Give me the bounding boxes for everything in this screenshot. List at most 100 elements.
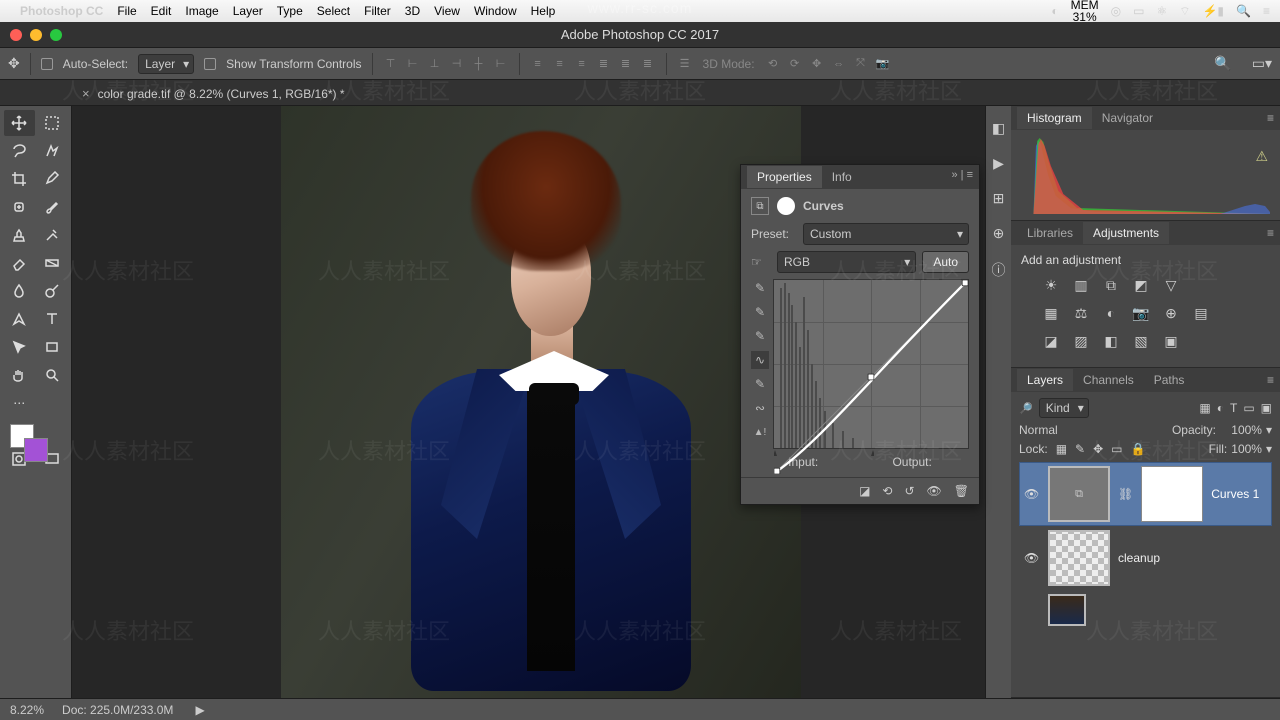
reset-icon[interactable]: ↺: [904, 484, 914, 498]
adj-curves-icon[interactable]: ⧉: [1101, 275, 1121, 295]
adj-invert-icon[interactable]: ◪: [1041, 331, 1061, 351]
adj-hue-icon[interactable]: ▦: [1041, 303, 1061, 323]
lock-pixels-icon[interactable]: ✎: [1075, 442, 1085, 456]
curves-chart[interactable]: [773, 279, 969, 449]
view-previous-icon[interactable]: 👁: [927, 484, 942, 498]
panel-menu-icon[interactable]: ≡: [1267, 373, 1274, 387]
hand-tool[interactable]: [4, 362, 35, 388]
tab-layers[interactable]: Layers: [1017, 369, 1073, 391]
lock-all-icon[interactable]: 🔒: [1131, 442, 1146, 456]
preset-dropdown[interactable]: Custom: [803, 223, 969, 245]
clone-stamp-tool[interactable]: [4, 222, 35, 248]
adj-posterize-icon[interactable]: ▨: [1071, 331, 1091, 351]
distribute-hcenter-icon[interactable]: ≣: [618, 56, 634, 72]
filter-type-icon[interactable]: T: [1230, 401, 1237, 415]
type-tool[interactable]: [37, 306, 68, 332]
delete-adjustment-icon[interactable]: 🗑: [954, 484, 969, 498]
zoom-level[interactable]: 8.22%: [10, 703, 44, 717]
spot-heal-tool[interactable]: [4, 194, 35, 220]
clip-to-layer-icon[interactable]: ◪: [859, 484, 870, 498]
layer-thumb[interactable]: ⧉: [1048, 466, 1110, 522]
doc-size[interactable]: Doc: 225.0M/233.0M: [62, 703, 173, 717]
layer-cleanup[interactable]: 👁 cleanup: [1019, 526, 1272, 590]
color-swatches[interactable]: [4, 422, 67, 462]
sample-black-icon[interactable]: ✎: [751, 327, 769, 345]
menu-edit[interactable]: Edit: [151, 4, 172, 18]
opacity-value[interactable]: 100%: [1220, 423, 1262, 437]
tab-properties[interactable]: Properties: [747, 166, 822, 188]
dock-icon-adjust[interactable]: ⊞: [993, 190, 1005, 207]
tab-channels[interactable]: Channels: [1073, 369, 1144, 391]
menu-image[interactable]: Image: [185, 4, 218, 18]
panel-collapse-icon[interactable]: » | ≡: [951, 169, 973, 181]
layer-mask-thumb[interactable]: [1141, 466, 1203, 522]
edit-points-icon[interactable]: ∿: [751, 351, 769, 369]
layer-visibility-icon[interactable]: 👁: [1024, 551, 1040, 565]
align-left-icon[interactable]: ⊣: [449, 56, 465, 72]
filter-pixel-icon[interactable]: ▦: [1199, 401, 1210, 415]
blur-tool[interactable]: [4, 278, 35, 304]
auto-align-icon[interactable]: ☰: [677, 56, 693, 72]
gradient-tool[interactable]: [37, 250, 68, 276]
dock-icon-info[interactable]: ⓘ: [992, 260, 1006, 280]
path-select-tool[interactable]: [4, 334, 35, 360]
align-top-icon[interactable]: ⊤: [383, 56, 399, 72]
fill-value[interactable]: 100%: [1231, 442, 1262, 456]
window-minimize-button[interactable]: [30, 29, 42, 41]
adj-bw-icon[interactable]: ◐: [1101, 303, 1121, 323]
eyedropper-tool[interactable]: [37, 166, 68, 192]
menu-window[interactable]: Window: [474, 4, 517, 18]
draw-curve-icon[interactable]: ✎: [751, 375, 769, 393]
distribute-left-icon[interactable]: ≣: [596, 56, 612, 72]
eraser-tool[interactable]: [4, 250, 35, 276]
search-icon[interactable]: 🔍: [1214, 55, 1231, 72]
histogram-warning-icon[interactable]: ⚠: [1255, 148, 1268, 165]
lock-position-icon[interactable]: ✥: [1093, 442, 1103, 456]
auto-select-target-dropdown[interactable]: Layer: [138, 54, 194, 74]
sample-white-icon[interactable]: ✎: [751, 279, 769, 297]
pen-tool[interactable]: [4, 306, 35, 332]
filter-search-icon[interactable]: 🔎: [1019, 402, 1033, 415]
edit-toolbar-icon[interactable]: ⋯: [4, 390, 35, 416]
lock-transparency-icon[interactable]: ▦: [1056, 442, 1067, 456]
layer-curves-1[interactable]: 👁 ⧉ ⛓ Curves 1: [1019, 462, 1272, 526]
menu-view[interactable]: View: [434, 4, 460, 18]
bluetooth-icon[interactable]: ⚛: [1156, 4, 1167, 18]
layer-background[interactable]: [1019, 590, 1272, 630]
align-vcenter-icon[interactable]: ⊢: [405, 56, 421, 72]
mask-icon[interactable]: [777, 197, 795, 215]
lock-artboard-icon[interactable]: ▭: [1111, 442, 1122, 456]
dock-icon-play[interactable]: ▶: [993, 155, 1004, 172]
menu-help[interactable]: Help: [531, 4, 556, 18]
menu-select[interactable]: Select: [317, 4, 350, 18]
crop-tool[interactable]: [4, 166, 35, 192]
tab-libraries[interactable]: Libraries: [1017, 222, 1083, 244]
window-zoom-button[interactable]: [50, 29, 62, 41]
lasso-tool[interactable]: [4, 138, 35, 164]
smooth-curve-icon[interactable]: ∾: [751, 399, 769, 417]
background-color[interactable]: [24, 438, 48, 462]
tab-close-icon[interactable]: ×: [82, 86, 90, 101]
adj-brightness-icon[interactable]: ☀: [1041, 275, 1061, 295]
filter-adjust-icon[interactable]: ◐: [1217, 401, 1224, 415]
blend-mode-dropdown[interactable]: Normal: [1019, 423, 1168, 437]
align-right-icon[interactable]: ⊢: [493, 56, 509, 72]
tab-info[interactable]: Info: [822, 166, 862, 188]
display-icon[interactable]: ▭: [1133, 4, 1144, 18]
adj-channelmixer-icon[interactable]: ⊕: [1161, 303, 1181, 323]
dock-icon-styles[interactable]: ⊕: [993, 225, 1005, 242]
marquee-tool[interactable]: [37, 110, 68, 136]
layer-thumb[interactable]: [1048, 594, 1086, 626]
adj-photofilter-icon[interactable]: 📷: [1131, 303, 1151, 323]
history-brush-tool[interactable]: [37, 222, 68, 248]
toggle-visibility-icon[interactable]: ⟲: [882, 484, 892, 498]
adj-levels-icon[interactable]: ▥: [1071, 275, 1091, 295]
channel-dropdown[interactable]: RGB: [777, 251, 916, 273]
menu-filter[interactable]: Filter: [364, 4, 391, 18]
sync-icon[interactable]: ◎: [1111, 4, 1121, 18]
status-menu-icon[interactable]: ▶: [195, 703, 204, 717]
adj-colorbalance-icon[interactable]: ⚖: [1071, 303, 1091, 323]
spotlight-icon[interactable]: 🔍: [1236, 4, 1251, 18]
battery-icon[interactable]: ⚡▮: [1202, 4, 1224, 18]
brush-tool[interactable]: [37, 194, 68, 220]
